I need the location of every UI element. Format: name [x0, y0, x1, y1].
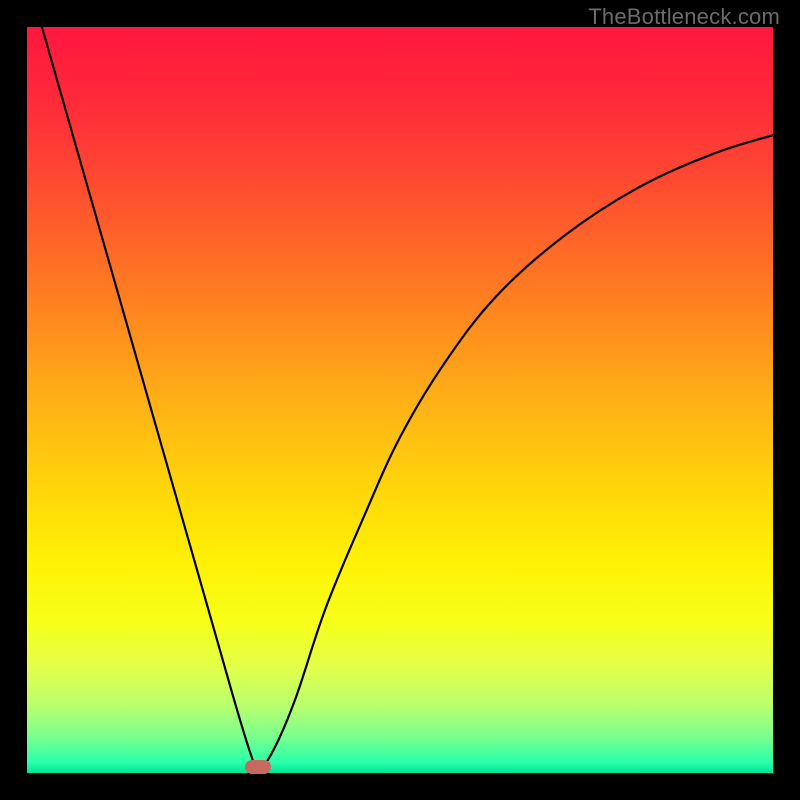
chart-frame: [27, 27, 773, 773]
chart-plot: [27, 27, 773, 773]
watermark-text: TheBottleneck.com: [588, 4, 780, 30]
chart-background: [27, 27, 773, 773]
optimal-point-marker: [245, 760, 271, 774]
